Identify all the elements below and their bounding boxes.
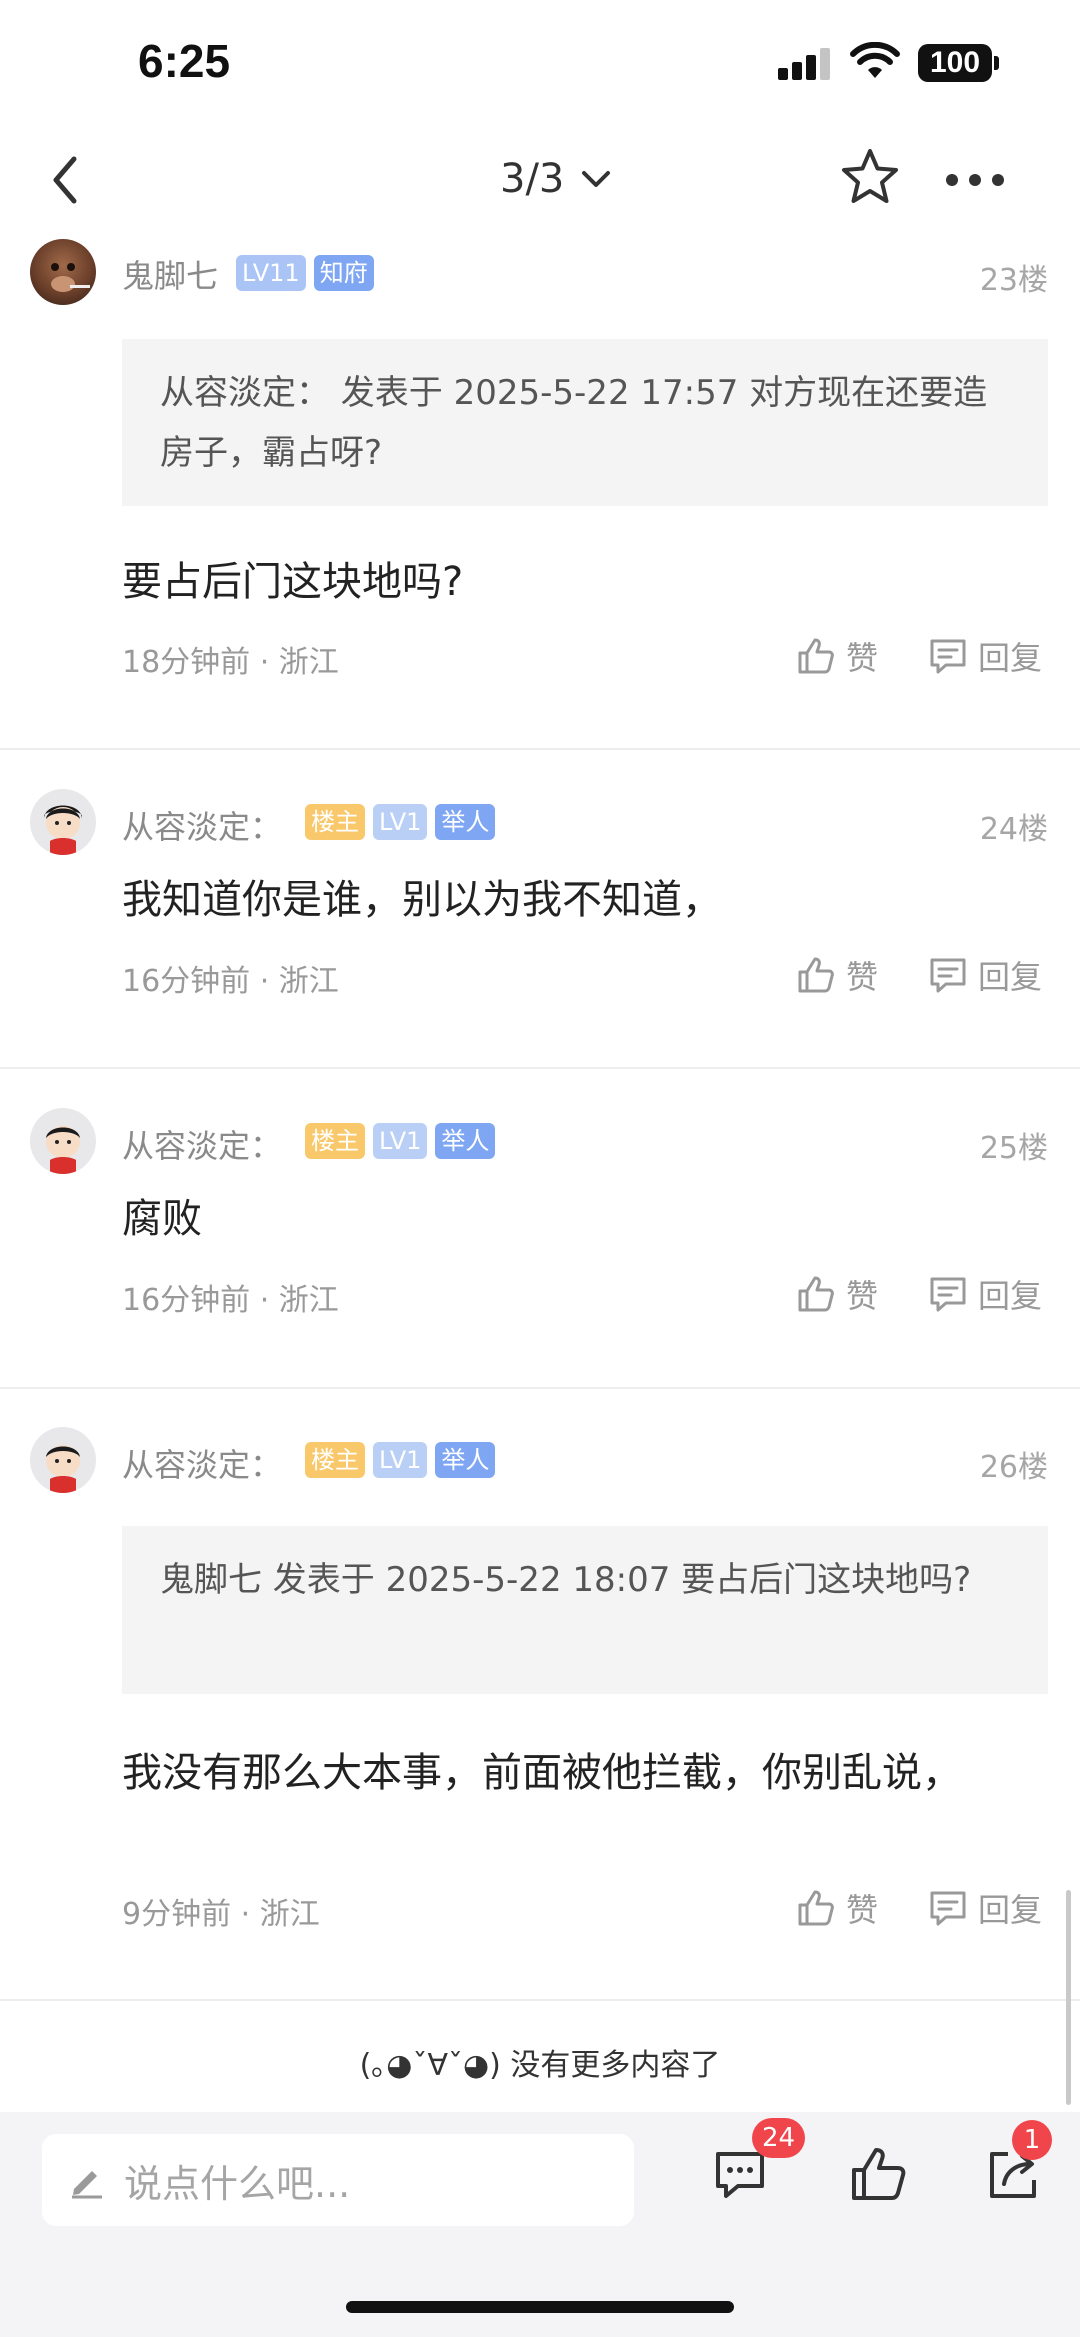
reply-icon: [930, 958, 966, 993]
wifi-icon: [850, 42, 900, 78]
user-badges: LV11 知府: [236, 255, 374, 291]
username[interactable]: 鬼脚七: [122, 251, 218, 297]
like-label: 赞: [846, 1277, 879, 1315]
owner-badge: 楼主: [305, 804, 365, 840]
level-badge: LV1: [373, 1442, 428, 1478]
avatar[interactable]: [30, 1108, 96, 1174]
title-badge: 举人: [435, 804, 496, 840]
signal-icon: [778, 48, 834, 80]
reply-icon: [930, 1277, 966, 1312]
comments-count-badge: 24: [752, 2118, 806, 2158]
comment-placeholder: 说点什么吧...: [124, 2161, 351, 2206]
status-time: 6:25: [138, 35, 231, 87]
username[interactable]: 从容淡定：: [122, 802, 282, 848]
reply-label: 回复: [978, 1891, 1043, 1929]
owner-badge: 楼主: [305, 1442, 365, 1478]
floor-number: 25楼: [979, 1131, 1048, 1166]
thumbs-up-icon: [852, 2148, 906, 2200]
post-meta: 9分钟前 · 浙江: [122, 1897, 320, 1932]
reply-button[interactable]: 回复: [928, 633, 1042, 679]
post-content: 我知道你是谁，别以为我不知道，: [122, 877, 722, 923]
like-button[interactable]: 赞: [796, 1271, 878, 1317]
comment-input[interactable]: 说点什么吧...: [42, 2134, 634, 2226]
like-label: 赞: [846, 639, 879, 677]
status-bar: 6:25 100: [0, 0, 1080, 125]
title-badge: 举人: [435, 1123, 496, 1159]
comments-button[interactable]: 24: [710, 2118, 806, 2206]
level-badge: LV11: [236, 255, 306, 291]
title-badge: 举人: [435, 1442, 496, 1478]
thumbs-up-icon: [798, 638, 834, 674]
post-floor-24: 从容淡定： 楼主 LV1 举人 24楼 我知道你是谁，别以为我不知道， 16分钟…: [0, 750, 1080, 1069]
user-badges: 楼主 LV1 举人: [305, 1123, 496, 1159]
reply-button[interactable]: 回复: [928, 1271, 1042, 1317]
thumbs-up-icon: [798, 1276, 834, 1312]
quoted-post[interactable]: 鬼脚七 发表于 2025-5-22 18:07 要占后门这块地吗?: [122, 1526, 1048, 1694]
page-selector[interactable]: 3/3: [500, 149, 612, 209]
user-badges: 楼主 LV1 举人: [305, 804, 496, 840]
back-icon[interactable]: [40, 145, 90, 215]
like-button[interactable]: 赞: [796, 952, 878, 998]
level-badge: LV1: [373, 1123, 428, 1159]
scrollbar[interactable]: [1066, 1890, 1071, 2105]
like-post-button[interactable]: [846, 2142, 910, 2206]
reply-button[interactable]: 回复: [928, 1885, 1042, 1931]
reply-icon: [930, 1891, 966, 1926]
reply-button[interactable]: 回复: [928, 952, 1042, 998]
like-label: 赞: [846, 958, 879, 996]
floor-number: 23楼: [979, 263, 1048, 298]
post-floor-23: 鬼脚七 LV11 知府 23楼 从容淡定： 发表于 2025-5-22 17:5…: [0, 235, 1080, 750]
thumbs-up-icon: [798, 957, 834, 993]
post-floor-25: 从容淡定： 楼主 LV1 举人 25楼 腐败 16分钟前 · 浙江 赞 回复: [0, 1069, 1080, 1389]
star-icon[interactable]: [838, 145, 902, 209]
level-badge: LV1: [373, 804, 428, 840]
thumbs-up-icon: [798, 1890, 834, 1926]
reply-label: 回复: [978, 639, 1043, 677]
share-button[interactable]: 1: [982, 2120, 1052, 2206]
battery-indicator: 100: [918, 44, 992, 82]
quoted-post[interactable]: 从容淡定： 发表于 2025-5-22 17:57 对方现在还要造房子，霸占呀?: [122, 339, 1048, 506]
end-of-list-note: (｡◕ˇ∀ˇ◕) 没有更多内容了: [359, 2048, 721, 2083]
owner-badge: 楼主: [305, 1123, 365, 1159]
post-content: 腐败: [122, 1196, 202, 1242]
floor-number: 24楼: [979, 812, 1048, 847]
reply-label: 回复: [978, 958, 1043, 996]
share-count-badge: 1: [1012, 2120, 1052, 2160]
nav-bar: 3/3: [0, 125, 1080, 235]
username[interactable]: 从容淡定：: [122, 1121, 282, 1167]
floor-number: 26楼: [979, 1450, 1048, 1485]
like-button[interactable]: 赞: [796, 633, 878, 679]
more-icon[interactable]: [940, 155, 1010, 205]
post-meta: 16分钟前 · 浙江: [122, 1283, 339, 1318]
title-badge: 知府: [313, 255, 374, 291]
page-indicator-label: 3/3: [500, 156, 565, 202]
avatar[interactable]: [30, 789, 96, 855]
reply-icon: [930, 639, 966, 674]
pencil-icon: [72, 2171, 102, 2199]
post-meta: 18分钟前 · 浙江: [122, 645, 339, 680]
avatar[interactable]: [30, 239, 96, 305]
like-label: 赞: [846, 1891, 879, 1929]
like-button[interactable]: 赞: [796, 1885, 878, 1931]
username[interactable]: 从容淡定：: [122, 1440, 282, 1486]
user-badges: 楼主 LV1 举人: [305, 1442, 496, 1478]
avatar[interactable]: [30, 1427, 96, 1493]
chevron-down-icon: [582, 171, 611, 187]
post-meta: 16分钟前 · 浙江: [122, 964, 339, 999]
reply-label: 回复: [978, 1277, 1043, 1315]
battery-tip: [994, 56, 999, 70]
post-content: 要占后门这块地吗?: [122, 559, 464, 605]
post-content: 我没有那么大本事，前面被他拦截，你别乱说，: [122, 1750, 962, 1796]
post-floor-26: 从容淡定： 楼主 LV1 举人 26楼 鬼脚七 发表于 2025-5-22 18…: [0, 1389, 1080, 2001]
home-indicator[interactable]: [346, 2301, 734, 2313]
